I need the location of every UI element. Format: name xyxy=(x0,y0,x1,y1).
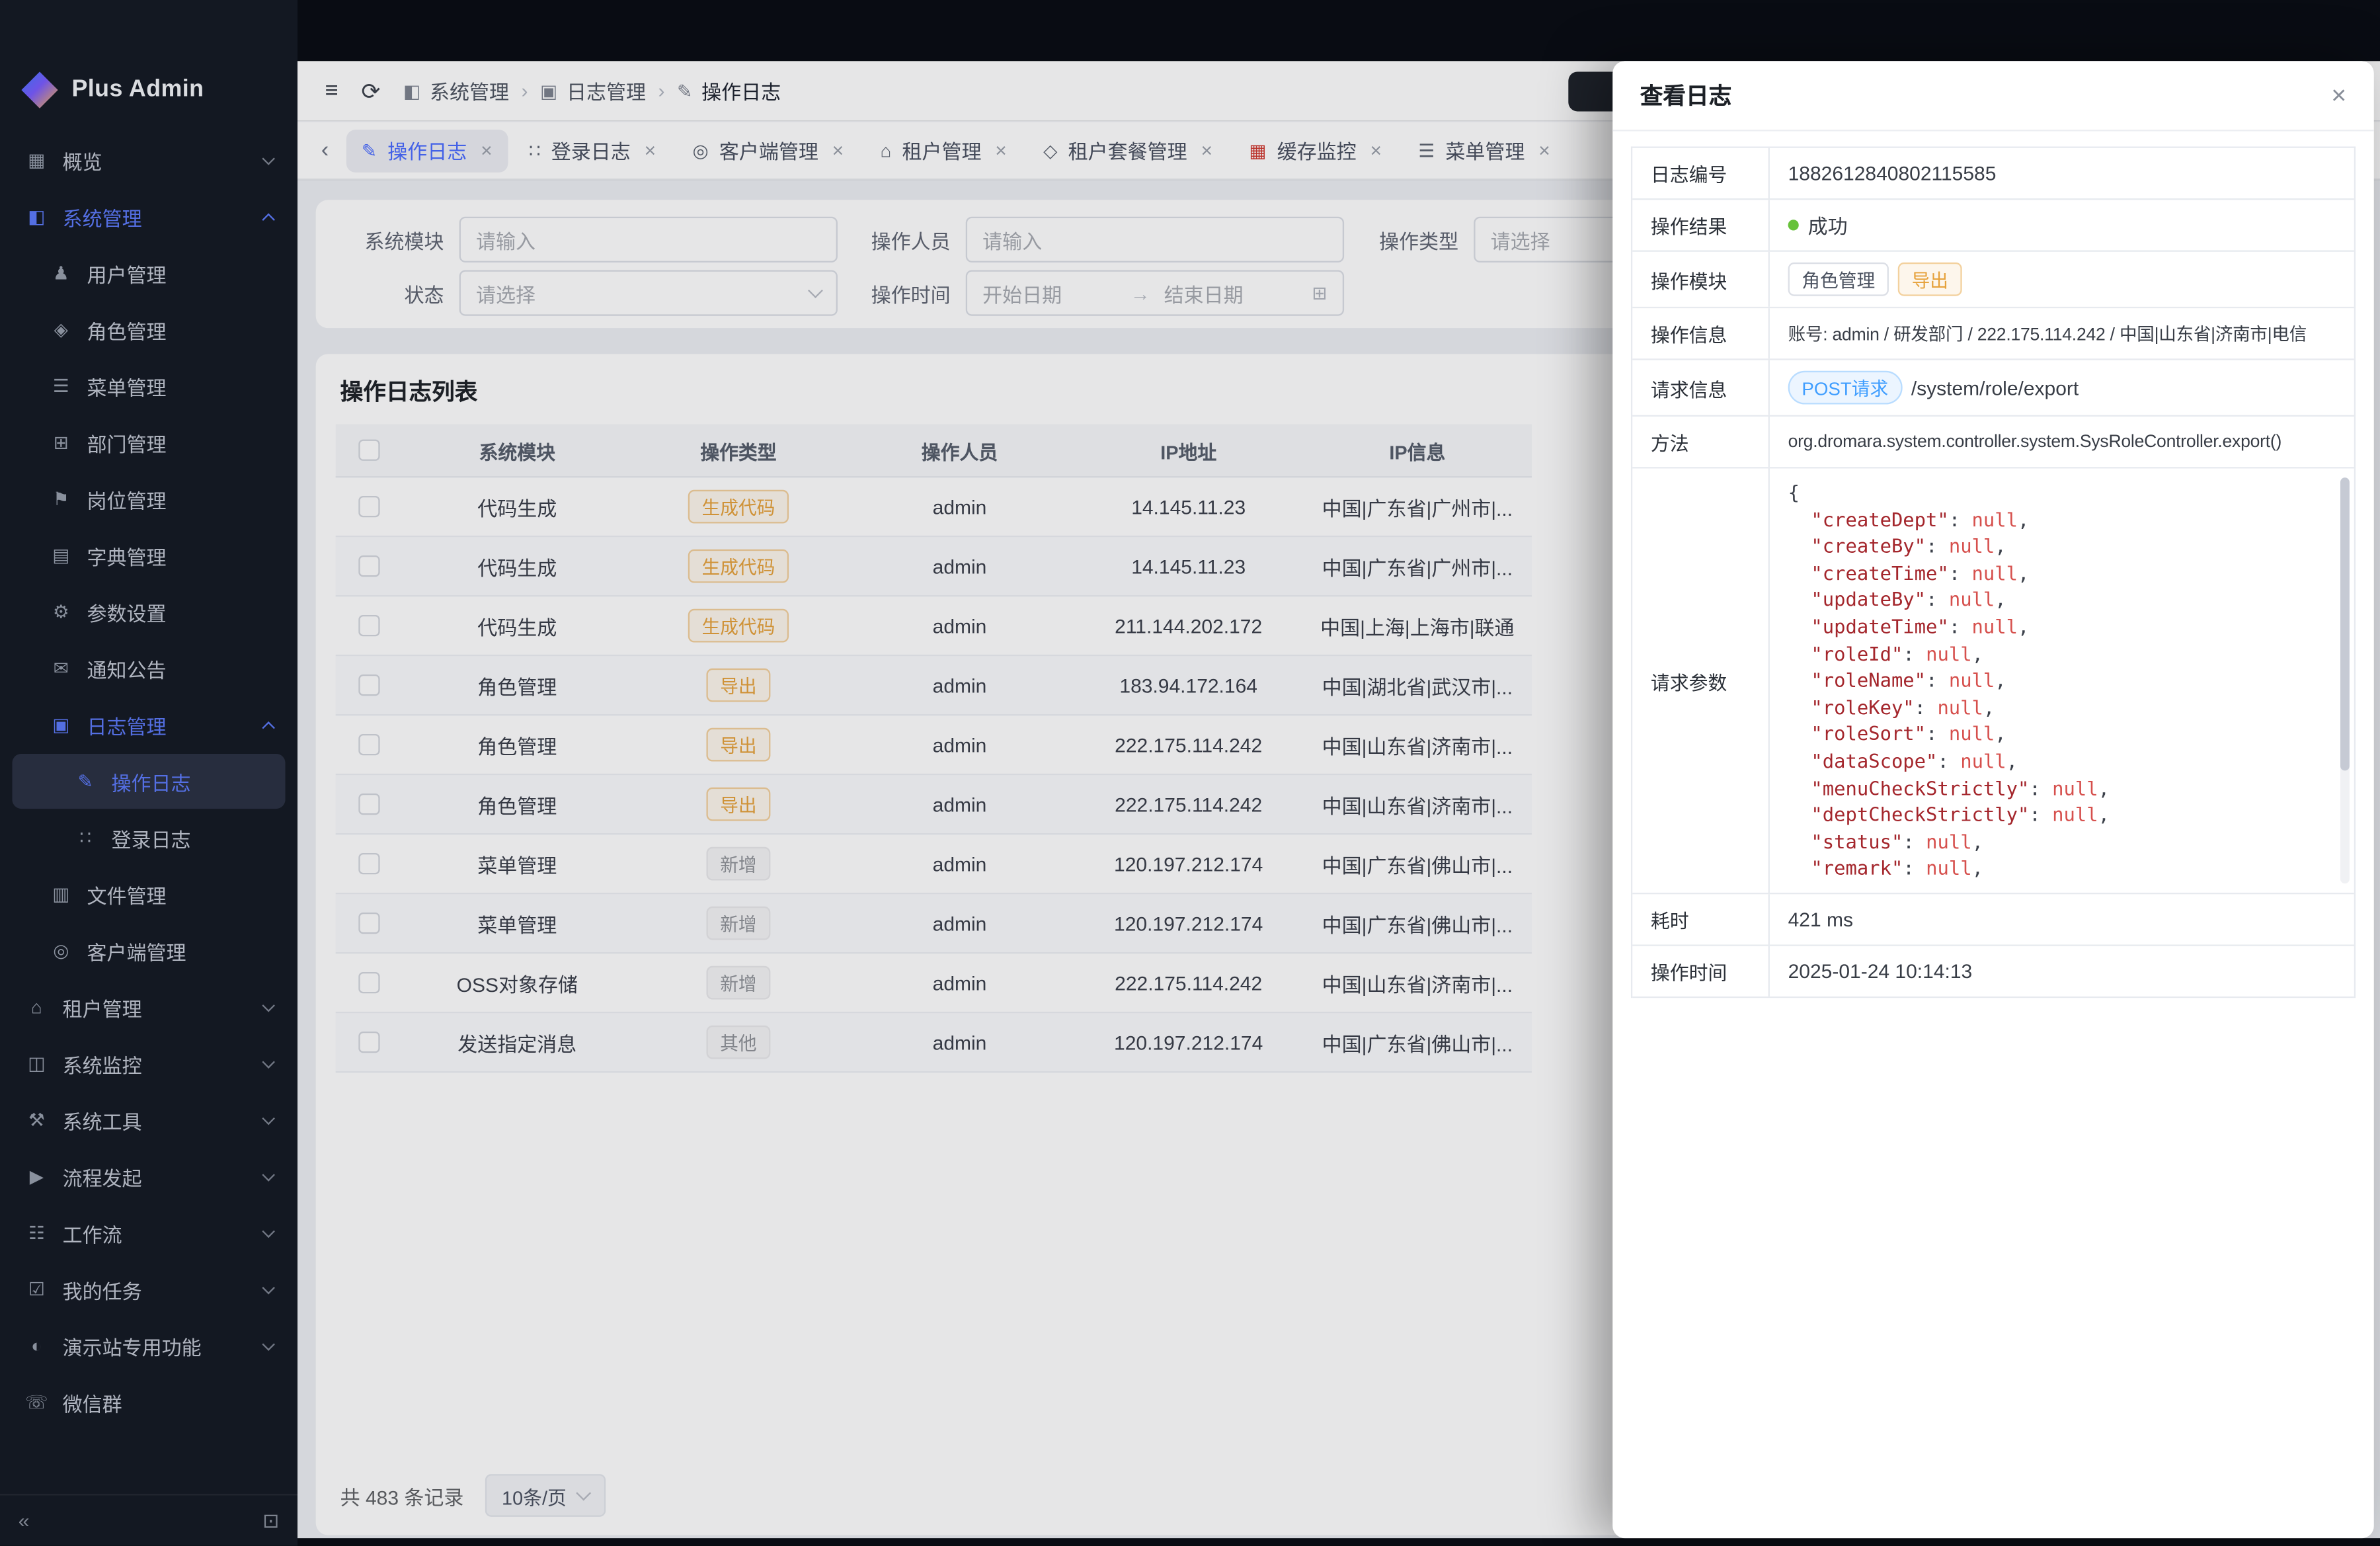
code-line: "status": null, xyxy=(1788,828,2333,855)
app-viewport: Plus Admin ▦概览◧系统管理♟用户管理◈角色管理☰菜单管理⊞部门管理⚑… xyxy=(0,0,2380,1546)
drawer-header: 查看日志 × xyxy=(1612,61,2374,131)
json-key: "roleKey" xyxy=(1811,696,1914,719)
code-scrollbar-thumb[interactable] xyxy=(2340,477,2350,770)
success-dot-icon xyxy=(1788,220,1799,230)
json-key: "dataScope" xyxy=(1811,749,1937,772)
code-line: "deptCheckStrictly": null, xyxy=(1788,801,2333,829)
code-line: "createBy": null, xyxy=(1788,533,2333,560)
detail-row-log-id: 日志编号 1882612840802115585 xyxy=(1632,148,2354,200)
json-key: "createBy" xyxy=(1811,534,1926,557)
drawer-title: 查看日志 xyxy=(1640,79,1731,111)
json-key: "roleName" xyxy=(1811,669,1926,692)
json-key: "roleId" xyxy=(1811,642,1903,665)
json-null: null xyxy=(1926,856,1971,879)
post-method-tag: POST请求 xyxy=(1788,371,1902,405)
code-line: "dataScope": null, xyxy=(1788,748,2333,775)
code-line: "remark": null, xyxy=(1788,855,2333,882)
json-null: null xyxy=(2052,776,2098,799)
code-line: { xyxy=(1788,479,2333,507)
json-null: null xyxy=(1949,588,1995,611)
detail-row-result: 操作结果 成功 xyxy=(1632,200,2354,251)
json-null: null xyxy=(2052,803,2098,826)
code-line: "roleName": null, xyxy=(1788,667,2333,694)
detail-row-params: 请求参数 { "createDept": null, "createBy": n… xyxy=(1632,468,2354,894)
code-line: "createDept": null, xyxy=(1788,506,2333,533)
json-key: "createDept" xyxy=(1811,508,1948,531)
action-tag: 导出 xyxy=(1898,263,1962,296)
json-null: null xyxy=(1949,669,1995,692)
json-null: null xyxy=(1949,534,1995,557)
code-line: "roleSort": null, xyxy=(1788,721,2333,748)
request-path: /system/role/export xyxy=(1911,376,2079,399)
json-key: "menuCheckStrictly" xyxy=(1811,776,2029,799)
detail-row-method: 方法 org.dromara.system.controller.system.… xyxy=(1632,417,2354,468)
json-key: "remark" xyxy=(1811,856,1903,879)
module-tag: 角色管理 xyxy=(1788,263,1889,296)
json-null: null xyxy=(1949,722,1995,745)
json-null: null xyxy=(1972,508,2018,531)
code-line: "menuCheckStrictly": null, xyxy=(1788,774,2333,801)
code-line: "updateTime": null, xyxy=(1788,614,2333,641)
json-key: "createTime" xyxy=(1811,561,1948,585)
request-params-code[interactable]: { "createDept": null, "createBy": null, … xyxy=(1788,479,2333,882)
json-null: null xyxy=(1960,749,2006,772)
detail-row-request: 请求信息 POST请求 /system/role/export xyxy=(1632,360,2354,417)
view-log-drawer: 查看日志 × 日志编号 1882612840802115585 操作结果 成功 … xyxy=(1612,61,2374,1538)
code-line: "createTime": null, xyxy=(1788,559,2333,587)
json-key: "roleSort" xyxy=(1811,722,1926,745)
json-null: null xyxy=(1972,615,2018,638)
json-null: null xyxy=(1926,830,1971,853)
code-line: "roleId": null, xyxy=(1788,640,2333,667)
code-line: "roleKey": null, xyxy=(1788,694,2333,721)
json-null: null xyxy=(1937,696,1983,719)
code-line: "updateBy": null, xyxy=(1788,587,2333,614)
detail-row-duration: 耗时 421 ms xyxy=(1632,894,2354,946)
detail-row-info: 操作信息 账号: admin / 研发部门 / 222.175.114.242 … xyxy=(1632,308,2354,360)
detail-row-module: 操作模块 角色管理 导出 xyxy=(1632,252,2354,308)
json-key: "updateBy" xyxy=(1811,588,1926,611)
result-text: 成功 xyxy=(1808,210,1848,239)
json-key: "deptCheckStrictly" xyxy=(1811,803,2029,826)
json-null: null xyxy=(1972,561,2018,585)
log-detail-table: 日志编号 1882612840802115585 操作结果 成功 操作模块 角色… xyxy=(1631,147,2356,998)
detail-row-time: 操作时间 2025-01-24 10:14:13 xyxy=(1632,946,2354,998)
json-key: "status" xyxy=(1811,830,1903,853)
code-scrollbar[interactable] xyxy=(2340,477,2350,883)
json-null: null xyxy=(1926,642,1971,665)
close-icon[interactable]: × xyxy=(2331,83,2346,108)
json-key: "updateTime" xyxy=(1811,615,1948,638)
